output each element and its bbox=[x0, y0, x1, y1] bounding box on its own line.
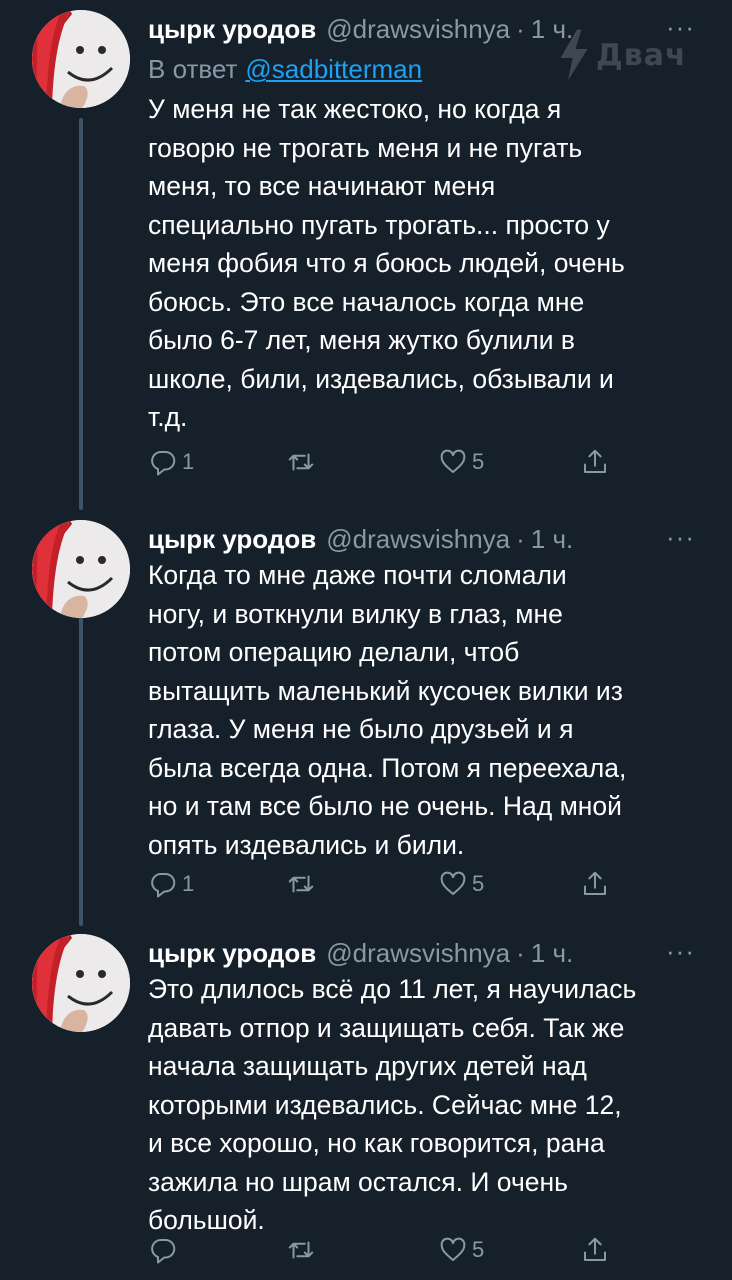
author-name[interactable]: цырк уродов bbox=[148, 524, 316, 555]
reply-button[interactable]: 1 bbox=[148, 442, 194, 482]
like-count: 5 bbox=[472, 871, 485, 896]
text-line: боюсь. Это все началось когда мне bbox=[148, 286, 585, 317]
tweet-header: цырк уродов @drawsvishnya · 1 ч. bbox=[148, 10, 573, 48]
tweet-text: Когда то мне даже почти сломали ногу, и … bbox=[148, 556, 708, 864]
like-icon bbox=[440, 449, 466, 473]
tweet-header: цырк уродов @drawsvishnya · 1 ч. bbox=[148, 934, 573, 972]
reply-prefix: В ответ bbox=[148, 54, 238, 84]
text-line: т.д. bbox=[148, 402, 188, 432]
reply-count: 1 bbox=[182, 871, 195, 896]
text-line: которыми издевались. Сейчас мне 12, bbox=[148, 1089, 622, 1120]
retweet-icon bbox=[288, 1241, 314, 1259]
timestamp[interactable]: 1 ч. bbox=[531, 938, 573, 969]
tweet-text: Это длилось всё до 11 лет, я научилась д… bbox=[148, 970, 708, 1240]
reply-button[interactable] bbox=[148, 1230, 182, 1270]
text-line: меня фобия что я боюсь людей, очень bbox=[148, 248, 625, 278]
like-icon bbox=[440, 1237, 466, 1261]
text-line: зажила но шрам остался. И очень bbox=[148, 1166, 568, 1197]
text-line: была всегда одна. Потом я переехала, bbox=[148, 752, 627, 783]
reply-count: 1 bbox=[182, 449, 195, 474]
text-line: было 6-7 лет, меня жутко булили в bbox=[148, 325, 575, 355]
action-bar: 1 5 bbox=[148, 442, 628, 482]
share-button[interactable] bbox=[580, 442, 610, 482]
text-line: Когда то мне даже почти сломали bbox=[148, 560, 567, 590]
text-line: специально пугать трогать... просто у bbox=[148, 209, 610, 240]
share-button[interactable] bbox=[580, 864, 610, 904]
author-handle[interactable]: @drawsvishnya bbox=[326, 524, 510, 555]
avatar[interactable] bbox=[32, 520, 130, 618]
text-line: меня, то все начинают меня bbox=[148, 171, 496, 201]
separator: · bbox=[516, 523, 525, 554]
retweet-icon bbox=[288, 453, 314, 471]
thread-connector bbox=[79, 612, 83, 926]
like-button[interactable]: 5 bbox=[438, 864, 484, 904]
text-line: Это длилось всё до 11 лет, я научилась bbox=[148, 974, 637, 1004]
share-icon bbox=[584, 871, 606, 895]
reply-icon bbox=[151, 873, 176, 898]
tweet-header: цырк уродов @drawsvishnya · 1 ч. bbox=[148, 520, 573, 558]
retweet-button[interactable] bbox=[286, 442, 320, 482]
action-bar: 1 5 bbox=[148, 864, 628, 904]
text-line: школе, били, издевались, обзывали и bbox=[148, 363, 614, 394]
separator: · bbox=[516, 937, 525, 968]
timestamp[interactable]: 1 ч. bbox=[531, 14, 573, 45]
more-icon[interactable]: ··· bbox=[666, 936, 695, 967]
text-line: и все хорошо, но как говорится, рана bbox=[148, 1128, 605, 1158]
avatar[interactable] bbox=[32, 10, 130, 108]
text-line: говорю не трогать меня и не пугать bbox=[148, 132, 583, 163]
thread-connector bbox=[79, 118, 83, 510]
like-button[interactable]: 5 bbox=[438, 1230, 484, 1270]
retweet-icon bbox=[288, 875, 314, 893]
text-line: начала защищать других детей над bbox=[148, 1051, 587, 1081]
retweet-button[interactable] bbox=[286, 864, 320, 904]
action-bar: 5 bbox=[148, 1230, 628, 1270]
like-icon bbox=[440, 871, 466, 895]
share-button[interactable] bbox=[580, 1230, 610, 1270]
reply-context: В ответ @sadbitterman bbox=[148, 54, 422, 85]
separator: · bbox=[516, 13, 525, 44]
timestamp[interactable]: 1 ч. bbox=[531, 524, 573, 555]
more-icon[interactable]: ··· bbox=[666, 12, 695, 43]
like-count: 5 bbox=[472, 1237, 485, 1262]
like-count: 5 bbox=[472, 449, 485, 474]
tweet-text: У меня не так жестоко, но когда я говорю… bbox=[148, 90, 708, 437]
text-line: потом операцию делали, чтоб bbox=[148, 637, 520, 667]
text-line: глаза. У меня не было друзьей и я bbox=[148, 714, 574, 744]
mention-link[interactable]: @sadbitterman bbox=[245, 54, 422, 84]
like-button[interactable]: 5 bbox=[438, 442, 484, 482]
share-icon bbox=[584, 1237, 606, 1261]
retweet-button[interactable] bbox=[286, 1230, 320, 1270]
author-handle[interactable]: @drawsvishnya bbox=[326, 14, 510, 45]
author-handle[interactable]: @drawsvishnya bbox=[326, 938, 510, 969]
reply-icon bbox=[151, 1239, 176, 1264]
author-name[interactable]: цырк уродов bbox=[148, 938, 316, 969]
reply-button[interactable]: 1 bbox=[148, 864, 194, 904]
more-icon[interactable]: ··· bbox=[666, 522, 695, 553]
text-line: У меня не так жестоко, но когда я bbox=[148, 94, 562, 124]
share-icon bbox=[584, 449, 606, 473]
text-line: ногу, и воткнули вилку в глаз, мне bbox=[148, 598, 563, 629]
text-line: опять издевались и били. bbox=[148, 829, 465, 860]
author-name[interactable]: цырк уродов bbox=[148, 14, 316, 45]
reply-icon bbox=[151, 451, 176, 476]
text-line: но и там все было не очень. Над мной bbox=[148, 791, 622, 821]
text-line: вытащить маленький кусочек вилки из bbox=[148, 675, 623, 706]
text-line: давать отпор и защищать себя. Так же bbox=[148, 1012, 625, 1043]
avatar[interactable] bbox=[32, 934, 130, 1032]
